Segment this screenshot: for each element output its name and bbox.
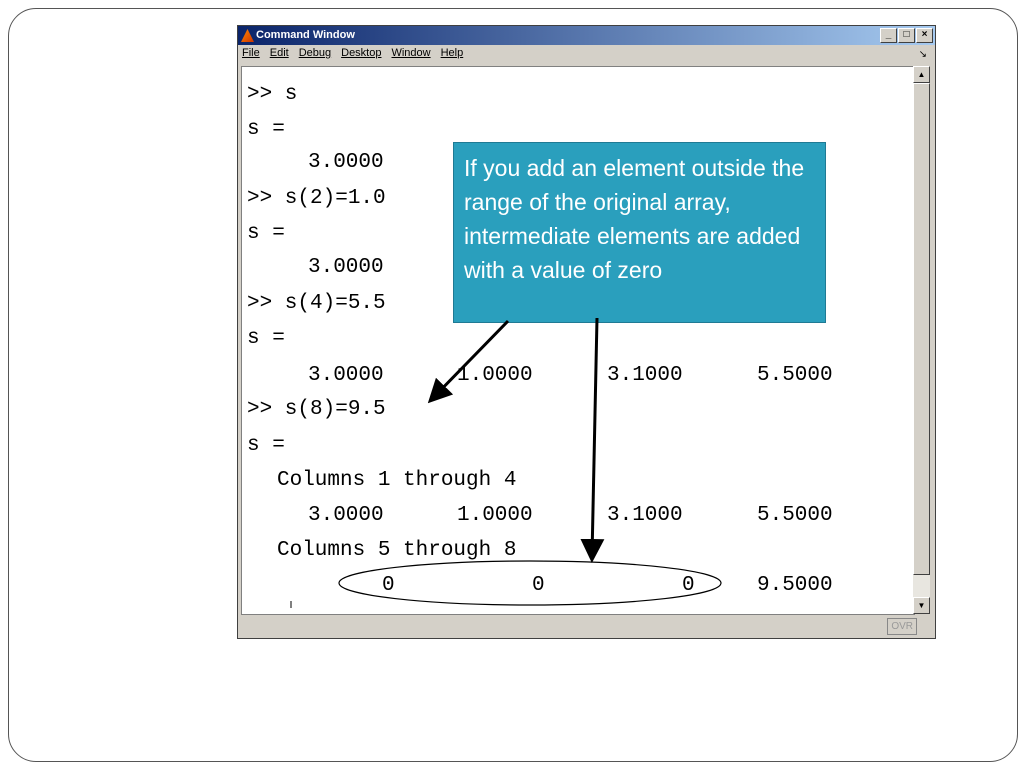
arrow (427, 319, 510, 404)
annotation-overlay (290, 317, 722, 608)
highlight-ellipse (338, 560, 722, 606)
arrow (580, 317, 605, 563)
